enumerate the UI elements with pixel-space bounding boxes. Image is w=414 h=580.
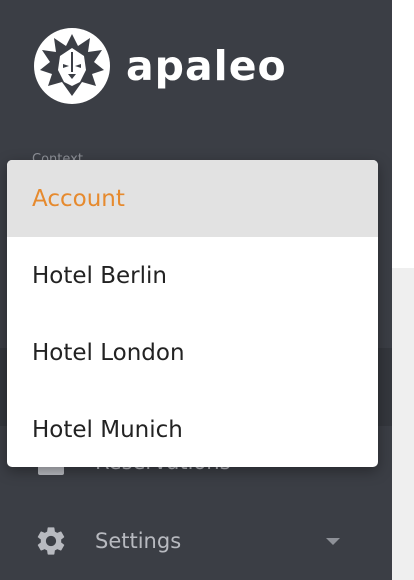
- lion-head-icon: [34, 28, 110, 104]
- app-page: apaleo Context Reservations Settings Acc…: [0, 0, 414, 580]
- main-content-edge: [392, 0, 414, 580]
- chevron-down-icon[interactable]: [322, 534, 344, 548]
- dropdown-option-account[interactable]: Account: [7, 160, 378, 237]
- brand-logo[interactable]: apaleo: [32, 26, 287, 106]
- gear-icon: [37, 527, 65, 555]
- content-card-edge: [392, 0, 414, 268]
- nav-item-settings[interactable]: Settings: [0, 511, 392, 571]
- dropdown-option-hotel-berlin[interactable]: Hotel Berlin: [7, 237, 378, 314]
- nav-item-label: Settings: [95, 529, 182, 553]
- dropdown-option-hotel-london[interactable]: Hotel London: [7, 314, 378, 391]
- dropdown-option-hotel-munich[interactable]: Hotel Munich: [7, 391, 378, 467]
- context-dropdown-menu: Account Hotel Berlin Hotel London Hotel …: [7, 160, 378, 467]
- brand-name: apaleo: [126, 41, 287, 90]
